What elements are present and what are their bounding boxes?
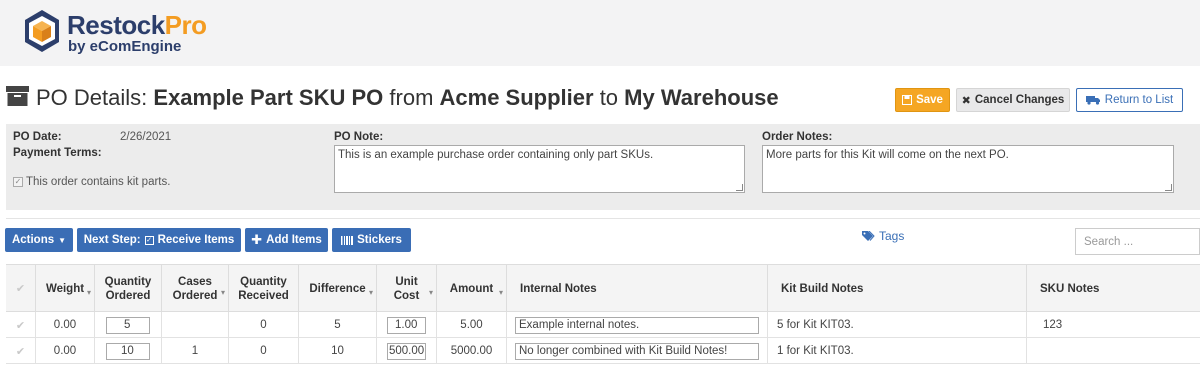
table-row: ✔ 0.00 10 1 0 10 500.00 5000.00 No longe… [6, 338, 1200, 364]
cell-sku-notes: 123 [1043, 319, 1063, 331]
table-row: ✔ 0.00 5 0 5 1.00 5.00 Example internal … [6, 312, 1200, 338]
check-icon: ✔ [15, 319, 26, 332]
divider [6, 218, 1200, 219]
cell-weight: 0.00 [36, 312, 95, 338]
po-date-value: 2/26/2021 [120, 131, 172, 143]
cell-quantity-ordered: 10 [95, 338, 162, 364]
archive-box-icon [6, 86, 29, 106]
resize-handle-icon[interactable] [736, 184, 743, 191]
select-all-checkbox[interactable]: ✔ [6, 265, 36, 312]
page-title: PO Details: Example Part SKU PO from Acm… [36, 85, 779, 110]
sort-icon: ▾ [368, 288, 373, 297]
brand-bar: RestockPro by eComEngine [0, 0, 1200, 66]
col-quantity-received[interactable]: Quantity Received [229, 265, 299, 312]
check-icon: ✔ [15, 345, 26, 358]
po-note-label: PO Note: [334, 131, 384, 143]
receive-items-button[interactable]: Next Step: ✓ Receive Items [77, 228, 241, 252]
cell-difference: 10 [299, 338, 377, 364]
brand-subtitle: by eComEngine [68, 38, 182, 55]
order-notes-textarea[interactable]: More parts for this Kit will come on the… [762, 145, 1174, 193]
cell-quantity-received: 0 [229, 338, 299, 364]
save-button[interactable]: Save [895, 88, 950, 112]
cell-cases-ordered [162, 312, 229, 338]
return-to-list-button[interactable]: Return to List [1076, 88, 1183, 112]
quantity-ordered-input[interactable]: 10 [106, 342, 150, 360]
floppy-disk-icon [902, 95, 913, 105]
actions-dropdown-button[interactable]: Actions ▼ [5, 228, 73, 252]
cancel-changes-button[interactable]: ✖ Cancel Changes [956, 88, 1070, 112]
stickers-button[interactable]: Stickers [332, 228, 411, 252]
row-checkbox[interactable]: ✔ [6, 338, 36, 364]
cell-internal-notes: Example internal notes. [507, 312, 768, 338]
cell-unit-cost: 500.00 [377, 338, 437, 364]
barcode-icon [341, 235, 354, 245]
col-internal-notes[interactable]: Internal Notes [507, 265, 768, 312]
table-header: ✔ Weight ▾ Quantity Ordered Cases Ordered ▾ … [6, 264, 1200, 312]
cell-kit-build-notes: 5 for Kit KIT03. [768, 312, 1027, 338]
unit-cost-input[interactable]: 1.00 [387, 316, 426, 334]
brand-name: RestockPro [67, 10, 207, 40]
cell-sku-notes [1027, 338, 1200, 364]
po-note-textarea[interactable]: This is an example purchase order contai… [334, 145, 745, 193]
sort-icon: ▾ [86, 288, 91, 297]
cell-unit-cost: 1.00 [377, 312, 437, 338]
kit-parts-checkbox[interactable]: ✓ This order contains kit parts. [13, 176, 170, 188]
cell-weight: 0.00 [36, 338, 95, 364]
col-unit-cost[interactable]: Unit Cost ▾ [377, 265, 437, 312]
cell-amount: 5.00 [437, 312, 507, 338]
unit-cost-input[interactable]: 500.00 [387, 342, 426, 360]
cell-kit-build-notes: 1 for Kit KIT03. [768, 338, 1027, 364]
col-cases-ordered[interactable]: Cases Ordered ▾ [162, 265, 229, 312]
col-difference[interactable]: Difference ▾ [299, 265, 377, 312]
col-amount[interactable]: Amount ▾ [437, 265, 507, 312]
restockpro-logo-icon [25, 10, 59, 52]
po-date-label: PO Date: [13, 131, 62, 143]
cell-amount: 5000.00 [437, 338, 507, 364]
sort-icon: ▾ [498, 288, 503, 297]
col-kit-build-notes[interactable]: Kit Build Notes [768, 265, 1027, 312]
payment-terms-label: Payment Terms: [13, 147, 102, 159]
sort-icon: ▾ [428, 288, 433, 297]
col-quantity-ordered[interactable]: Quantity Ordered [95, 265, 162, 312]
order-notes-label: Order Notes: [762, 131, 833, 143]
search-input[interactable]: Search ... [1075, 228, 1200, 255]
check-icon: ✔ [15, 282, 26, 295]
internal-notes-input[interactable]: No longer combined with Kit Build Notes! [515, 342, 759, 360]
cell-quantity-received: 0 [229, 312, 299, 338]
cell-internal-notes: No longer combined with Kit Build Notes! [507, 338, 768, 364]
plus-icon: ✚ [251, 232, 263, 247]
tags-link[interactable]: Tags [862, 229, 904, 243]
cell-quantity-ordered: 5 [95, 312, 162, 338]
close-icon: ✖ [961, 94, 971, 107]
add-items-button[interactable]: ✚ Add Items [245, 228, 328, 252]
kit-parts-label: This order contains kit parts. [26, 176, 171, 188]
tags-icon [862, 230, 875, 241]
cell-cases-ordered: 1 [162, 338, 229, 364]
checkbox-icon: ✓ [144, 235, 154, 245]
truck-icon [1085, 96, 1100, 105]
col-weight[interactable]: Weight ▾ [36, 265, 95, 312]
row-checkbox[interactable]: ✔ [6, 312, 36, 338]
cell-difference: 5 [299, 312, 377, 338]
caret-down-icon: ▼ [58, 235, 67, 245]
quantity-ordered-input[interactable]: 5 [106, 316, 150, 334]
resize-handle-icon[interactable] [1165, 184, 1172, 191]
internal-notes-input[interactable]: Example internal notes. [515, 316, 759, 334]
checkbox-checked-icon: ✓ [13, 177, 23, 187]
col-sku-notes[interactable]: SKU Notes [1027, 265, 1200, 312]
po-note-text: This is an example purchase order contai… [338, 149, 654, 161]
order-notes-text: More parts for this Kit will come on the… [766, 149, 1009, 161]
sort-icon: ▾ [220, 288, 225, 297]
po-items-table: ✔ Weight ▾ Quantity Ordered Cases Ordered ▾ … [6, 264, 1200, 374]
